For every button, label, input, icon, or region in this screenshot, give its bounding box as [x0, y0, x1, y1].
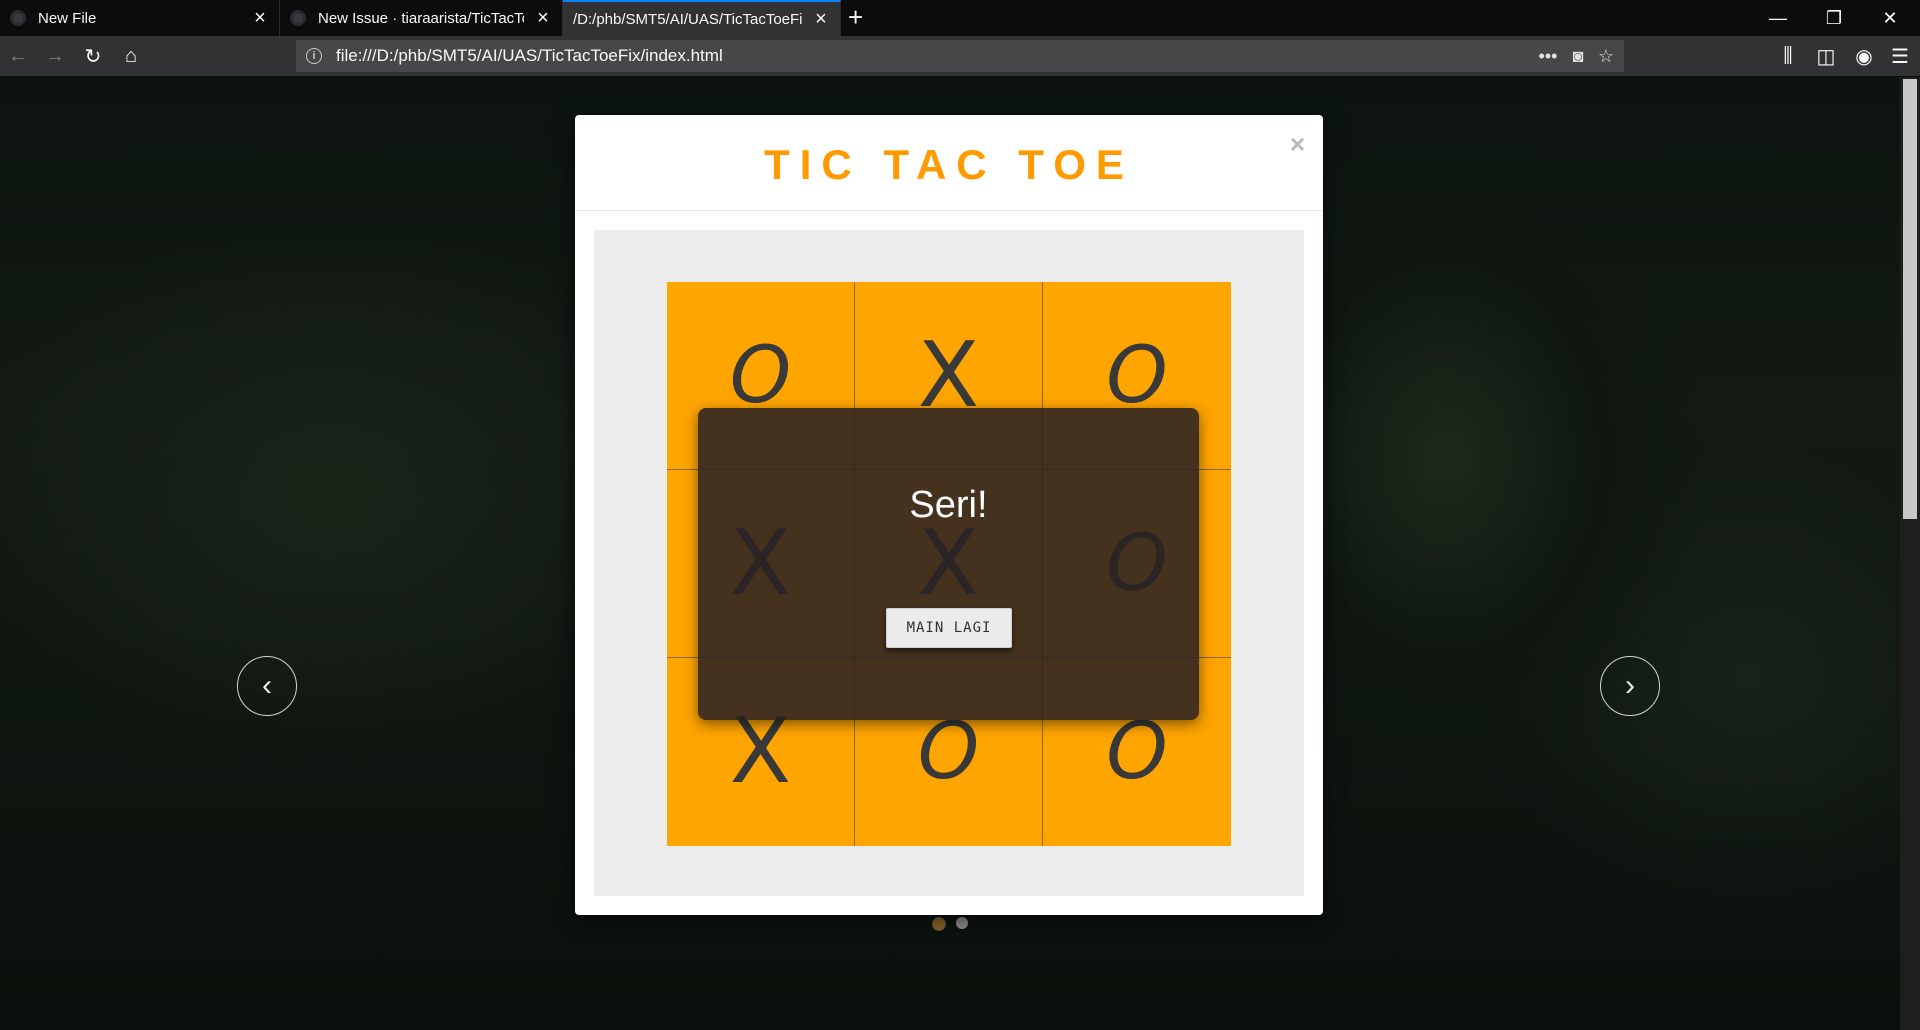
chevron-right-icon: › [1625, 669, 1635, 702]
tab-index-html[interactable]: /D:/phb/SMT5/AI/UAS/TicTacToeFi × [563, 0, 841, 36]
tab-label: New Issue · tiaraarista/TicTacTo [318, 9, 524, 27]
tab-new-file[interactable]: New File × [0, 0, 280, 36]
game-modal: TIC TAC TOE × O X O X X O X O O Seri! MA… [575, 115, 1323, 915]
home-icon[interactable]: ⌂ [118, 43, 144, 69]
forward-arrow-icon[interactable]: → [42, 43, 68, 69]
game-title: TIC TAC TOE [764, 141, 1134, 188]
tab-label: New File [38, 9, 97, 27]
url-text[interactable]: file:///D:/phb/SMT5/AI/UAS/TicTacToeFix/… [336, 46, 723, 66]
back-arrow-icon[interactable]: ← [5, 43, 31, 69]
library-icon[interactable]: ⫼ [1775, 43, 1801, 69]
carousel-indicator-2[interactable] [956, 917, 968, 929]
minimize-button[interactable]: — [1750, 0, 1806, 36]
endgame-overlay: Seri! MAIN LAGI [698, 408, 1199, 720]
tab-new-issue[interactable]: New Issue · tiaraarista/TicTacTo × [280, 0, 563, 36]
github-icon [290, 10, 306, 26]
carousel-prev-button[interactable]: ‹ [237, 656, 297, 716]
modal-header: TIC TAC TOE × [575, 115, 1323, 211]
bookmark-star-icon[interactable]: ☆ [1594, 44, 1618, 68]
new-tab-button[interactable]: + [848, 2, 863, 33]
reload-icon[interactable]: ↻ [80, 43, 106, 69]
more-actions-icon[interactable]: ••• [1536, 44, 1560, 68]
info-icon[interactable]: i [306, 48, 322, 64]
result-text: Seri! [909, 484, 988, 526]
close-icon[interactable]: × [810, 8, 832, 31]
url-bar[interactable]: i file:///D:/phb/SMT5/AI/UAS/TicTacToeFi… [296, 40, 1624, 72]
close-icon[interactable]: × [532, 7, 554, 30]
sidebar-icon[interactable]: ◫ [1813, 43, 1839, 69]
carousel-next-button[interactable]: › [1600, 656, 1660, 716]
restore-button[interactable]: ❐ [1806, 0, 1862, 36]
tab-label: /D:/phb/SMT5/AI/UAS/TicTacToeFi [573, 10, 802, 28]
close-icon[interactable]: × [249, 7, 271, 30]
account-icon[interactable]: ◉ [1851, 43, 1877, 69]
pocket-icon[interactable]: ◙ [1566, 44, 1590, 68]
carousel-indicator-1[interactable] [932, 917, 946, 931]
tab-bar: New File × New Issue · tiaraarista/TicTa… [0, 0, 1920, 36]
chevron-left-icon: ‹ [262, 669, 272, 702]
window-close-button[interactable]: ✕ [1862, 0, 1918, 36]
modal-body: O X O X X O X O O Seri! MAIN LAGI [594, 230, 1304, 896]
play-again-button[interactable]: MAIN LAGI [886, 608, 1012, 648]
scrollbar[interactable] [1900, 77, 1920, 1030]
navigation-bar: ← → ↻ ⌂ i file:///D:/phb/SMT5/AI/UAS/Tic… [0, 36, 1920, 77]
scrollbar-thumb[interactable] [1903, 79, 1917, 519]
github-icon [10, 10, 26, 26]
menu-icon[interactable]: ☰ [1887, 43, 1913, 69]
modal-close-button[interactable]: × [1290, 129, 1305, 160]
